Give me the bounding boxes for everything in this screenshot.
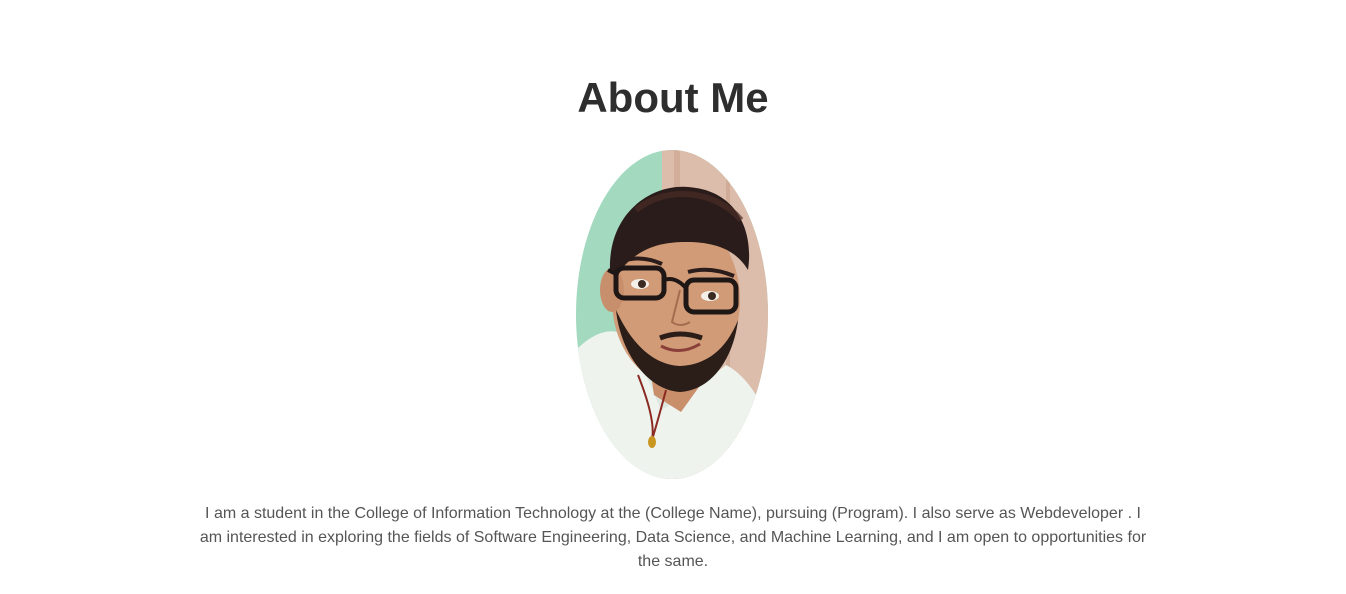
profile-photo	[576, 150, 768, 479]
bio-paragraph: I am a student in the College of Informa…	[199, 505, 1147, 570]
about-section: About Me I am a student in the College o…	[0, 0, 1346, 594]
page-title: About Me	[577, 74, 769, 121]
